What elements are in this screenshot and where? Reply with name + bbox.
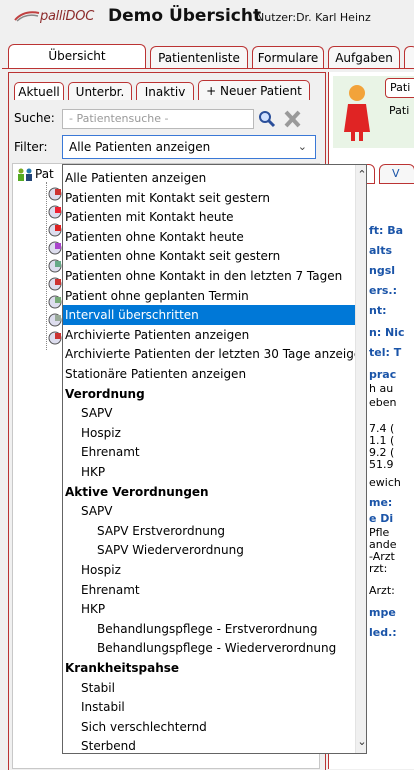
dropdown-option[interactable]: Stabil [63,678,355,698]
detail-field-text: h au [369,382,394,395]
dropdown-option[interactable]: Patienten ohne Kontakt seit gestern [63,246,355,266]
detail-field-text: prac [369,368,397,381]
dropdown-option[interactable]: Ehrenamt [63,580,355,600]
dropdown-option[interactable]: Patienten mit Kontakt heute [63,207,355,227]
dropdown-option[interactable]: SAPV Erstverordnung [63,521,355,541]
dropdown-option[interactable]: Stationäre Patienten anzeigen [63,364,355,384]
patient-status-icon[interactable] [47,222,63,238]
filter-label: Filter: [14,140,48,154]
dropdown-option[interactable]: Sich verschlechternd [63,717,355,737]
detail-field-text: 51.9 [369,458,394,471]
patient-status-icon[interactable] [47,312,63,328]
dropdown-option[interactable]: Ehrenamt [63,442,355,462]
patient-status-icon[interactable] [47,240,63,256]
dropdown-option[interactable]: Sterbend [63,736,355,753]
filter-select[interactable]: Alle Patienten anzeigen ⌄ [62,135,316,159]
search-icon[interactable] [256,109,278,129]
detail-field-text: mpe [369,606,396,619]
dropdown-option[interactable]: HKP [63,462,355,482]
clear-search-icon[interactable] [282,109,304,129]
detail-field-text: led.: [369,626,397,639]
detail-field-text: eben [369,396,397,409]
patient-subheader: Pati [389,104,410,117]
dropdown-option[interactable]: Archivierte Patienten der letzten 30 Tag… [63,344,366,364]
dropdown-option[interactable]: SAPV [63,501,355,521]
title-bar: palliDOC Demo Übersicht Nutzer:Dr. Karl … [0,0,414,36]
tab-more[interactable] [404,46,414,68]
detail-field-text: n: Nic [369,326,405,339]
search-input[interactable]: - Patientensuche - [62,109,254,129]
dropdown-option[interactable]: SAPV Wiederverordnung [63,540,355,560]
dropdown-scrollbar[interactable]: ⌃ ⌄ [355,165,366,753]
logo-icon [14,11,40,22]
detail-field-text: tel: T [369,346,402,359]
patient-status-icon[interactable] [47,330,63,346]
patient-status-icon[interactable] [47,294,63,310]
chevron-down-icon: ⌄ [297,140,307,153]
new-patient-button[interactable]: + Neuer Patient [198,80,310,100]
dropdown-option[interactable]: Hospiz [63,423,355,443]
dropdown-option[interactable]: Patienten ohne Kontakt heute [63,227,355,247]
user-label: Nutzer:Dr. Karl Heinz [256,11,371,24]
subtab-inaktiv[interactable]: Inaktiv [136,82,194,100]
group-icon [18,168,32,181]
subtab-aktuell[interactable]: Aktuell [14,82,64,100]
dropdown-option[interactable]: Patient ohne geplanten Termin [63,286,355,306]
dropdown-option[interactable]: Krankheitspahse [63,658,355,678]
detail-field-text: ngsl [369,264,396,277]
detail-tab-v[interactable]: V [379,164,414,184]
page-title: Demo Übersicht [108,6,262,26]
search-label: Suche: [14,111,55,125]
dropdown-option[interactable]: Instabil [63,697,355,717]
tab-formulare[interactable]: Formulare [252,46,324,68]
dropdown-option[interactable]: Aktive Verordnungen [63,482,355,502]
detail-field-text: ewich [369,476,401,489]
filter-dropdown-list: Alle Patienten anzeigen Patienten mit Kon… [62,164,367,754]
dropdown-option[interactable]: SAPV [63,403,355,423]
scroll-down-icon[interactable]: ⌄ [356,735,366,748]
dropdown-option[interactable]: Verordnung [63,384,355,404]
dropdown-option[interactable]: Hospiz [63,560,355,580]
dropdown-option[interactable]: Behandlungspflege - Wiederverordnung [63,638,355,658]
patient-status-icon[interactable] [47,204,63,220]
dropdown-option[interactable]: Behandlungspflege - Erstverordnung [63,619,355,639]
patient-status-icon[interactable] [47,276,63,292]
dropdown-option[interactable]: Alle Patienten anzeigen [63,168,355,188]
detail-field-text: ft: Ba [369,224,404,237]
dropdown-option[interactable]: Intervall überschritten [63,305,355,325]
subtab-unterbr[interactable]: Unterbr. [68,82,132,100]
detail-field-text: rzt: [369,562,388,575]
tab-uebersicht[interactable]: Übersicht [8,44,146,68]
dropdown-option[interactable]: Archivierte Patienten anzeigen [63,325,355,345]
detail-field-text: ers.: [369,284,398,297]
female-patient-icon [344,85,370,141]
detail-field-text: Arzt: [369,584,395,597]
scroll-up-icon[interactable]: ⌃ [356,168,366,181]
patient-tab[interactable]: Pati [385,78,414,98]
detail-field-text: e Di [369,512,394,525]
detail-field-text: nt: [369,304,387,317]
dropdown-option[interactable]: Patienten mit Kontakt seit gestern [63,188,355,208]
tree-root-label[interactable]: Pat [35,167,54,181]
tab-patientenliste[interactable]: Patientenliste [150,46,248,68]
logo-text: palliDOC [40,9,94,24]
patient-status-icon[interactable] [47,186,63,202]
filter-value: Alle Patienten anzeigen [69,140,211,154]
detail-field-text: alts [369,244,392,257]
dropdown-option[interactable]: HKP [63,599,355,619]
detail-field-text: me: [369,496,393,509]
patient-status-icon[interactable] [47,258,63,274]
tab-aufgaben[interactable]: Aufgaben [328,46,400,68]
dropdown-option[interactable]: Patienten ohne Kontakt in den letzten 7 … [63,266,355,286]
